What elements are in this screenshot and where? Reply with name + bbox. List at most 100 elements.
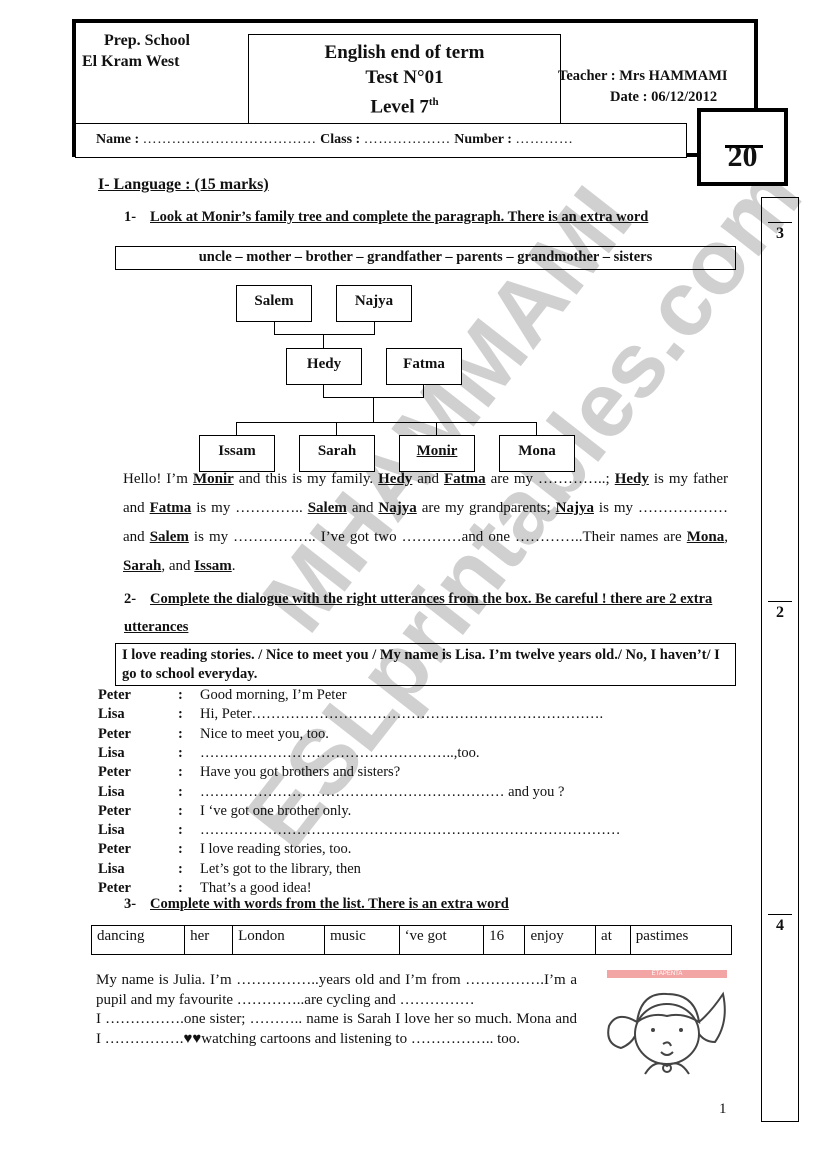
marks-column: 3 2 4 (761, 197, 799, 1122)
family-name: Najya (555, 500, 594, 516)
separator: : (178, 744, 183, 761)
image-caption: ETAPENTA (651, 971, 683, 977)
family-name: Mona (686, 529, 725, 545)
paragraph-text: Hello! I’m (123, 471, 193, 487)
dialogue-row: Lisa: ……………………………………………..,too. (98, 744, 480, 763)
dialogue-row: Peter: I love reading stories, too. (98, 840, 351, 859)
dialogue-row: Lisa: ……………………………………………………… and you ? (98, 783, 565, 802)
speaker: Peter (98, 802, 131, 819)
teacher-info: Teacher : Mrs HAMMAMI Date : 06/12/2012 (558, 66, 758, 108)
mark-ex3: 4 (762, 914, 798, 935)
word-cell: music (323, 925, 400, 955)
family-name: Hedy (614, 471, 649, 487)
dialogue-row: Peter: Have you got brothers and sisters? (98, 763, 400, 782)
test-title-box: English end of term Test N°01 Level 7th (248, 34, 561, 124)
separator: : (178, 822, 183, 839)
speaker: Lisa (98, 706, 125, 723)
family-name: Najya (378, 500, 417, 516)
mark-ex1-value: 3 (776, 225, 784, 242)
dialogue-line: ……………………………………………..,too. (200, 744, 480, 761)
level-label: Level 7 (370, 96, 429, 118)
ex1-number: 1- (124, 209, 137, 225)
dialogue-line: Hi, Peter………………………………………………………………. (200, 706, 604, 723)
separator: : (178, 802, 183, 819)
family-name: Monir (192, 471, 234, 487)
mark-ex3-value: 4 (776, 917, 784, 934)
dialogue-row: Lisa: Hi, Peter………………………………………………………………. (98, 705, 603, 724)
dialogue-line: …………………………………………………………………………… (200, 822, 621, 839)
ex3-instruction-text: Complete with words from the list. There… (150, 896, 509, 912)
word-cell: dancing (90, 925, 186, 955)
family-name: Salem (149, 529, 189, 545)
class-label: Class : (320, 132, 361, 147)
tree-node-salem: Salem (236, 285, 312, 322)
speaker: Lisa (98, 783, 125, 800)
paragraph-text: , and (161, 558, 195, 574)
school-line-1: Prep. School (104, 32, 190, 49)
separator: : (178, 860, 183, 877)
ex1-instruction-text: Look at Monir’s family tree and complete… (150, 209, 649, 225)
total-score-box: 20 (697, 108, 788, 186)
word-cell: at (595, 925, 631, 955)
dialogue-line: Nice to meet you, too. (200, 725, 329, 742)
ex1-word-box: uncle – mother – brother – grandfather –… (115, 246, 736, 270)
paragraph-text: is my …………….. I’ve got two …………and one …… (188, 529, 687, 545)
paragraph-text: are my grandparents; (416, 500, 556, 516)
ex1-paragraph: Hello! I’m Monir and this is my family. … (123, 465, 728, 581)
word-cell: pastimes (629, 925, 733, 955)
speaker: Lisa (98, 822, 125, 839)
family-name: Salem (307, 500, 347, 516)
ex2-number: 2- (124, 591, 137, 607)
page-number: 1 (719, 1101, 727, 1117)
name-label: Name : (96, 132, 140, 147)
class-field[interactable]: ……………… (364, 132, 451, 147)
tree-node-najya: Najya (336, 285, 412, 322)
family-name: Sarah (123, 558, 162, 574)
paragraph-text: , (724, 529, 728, 545)
title-line-2: Test N°01 (365, 67, 444, 88)
dialogue-row: Peter: Good morning, I’m Peter (98, 686, 347, 705)
dialogue-row: Peter: I ‘ve got one brother only. (98, 802, 351, 821)
ex2-instruction: 2- Complete the dialogue with the right u… (124, 585, 724, 641)
image-caption-banner: ETAPENTA (607, 970, 727, 978)
paragraph-text: and this is my family. (233, 471, 379, 487)
dialogue-line: Good morning, I’m Peter (200, 687, 347, 703)
school-name: Prep. School El Kram West (82, 30, 222, 72)
paragraph-text: and (346, 500, 379, 516)
dialogue-line: ……………………………………………………… and you ? (200, 783, 565, 800)
paragraph-text: . (231, 558, 236, 574)
family-name: Fatma (149, 500, 192, 516)
separator: : (178, 687, 183, 703)
ex3-paragraph-line-2: I …………….one sister; ……….. name is Sarah … (96, 1011, 577, 1047)
speaker: Peter (98, 841, 131, 858)
word-cell: enjoy (524, 925, 597, 955)
ex3-instruction: 3- Complete with words from the list. The… (124, 896, 509, 913)
level-sup: th (428, 96, 439, 108)
paragraph-text: is my ………….. (191, 500, 308, 516)
name-field[interactable]: ……………………………… (143, 132, 317, 147)
section-heading: I- Language : (15 marks) (98, 176, 269, 193)
speaker: Peter (98, 764, 131, 781)
number-field[interactable]: ………… (515, 132, 573, 147)
word-cell: her (184, 925, 234, 955)
speaker: Peter (98, 687, 131, 703)
paragraph-text: are my …………..; (485, 471, 615, 487)
mark-ex2: 2 (762, 601, 798, 622)
teacher-name: Teacher : Mrs HAMMAMI (558, 68, 728, 84)
ex2-utterance-box: I love reading stories. / Nice to meet y… (115, 643, 736, 686)
mark-ex2-value: 2 (776, 604, 784, 621)
separator: : (178, 706, 183, 723)
ex3-word-list: dancing her London music ‘ve got 16 enjoy at pas… (90, 925, 733, 955)
total-score: 20 (727, 140, 758, 173)
family-name: Issam (194, 558, 232, 574)
ex3-number: 3- (124, 896, 137, 912)
ex3-paragraph: My name is Julia. I’m ……………..years old a… (96, 971, 577, 1049)
dialogue-row: Lisa: …………………………………………………………………………… (98, 821, 621, 840)
word-cell: London (232, 925, 325, 955)
speaker: Lisa (98, 744, 125, 761)
tree-node-hedy: Hedy (286, 348, 362, 385)
girl-illustration (607, 991, 726, 1075)
title-line-1: English end of term (324, 42, 485, 63)
school-line-2: El Kram West (82, 53, 180, 70)
family-name: Hedy (378, 471, 413, 487)
